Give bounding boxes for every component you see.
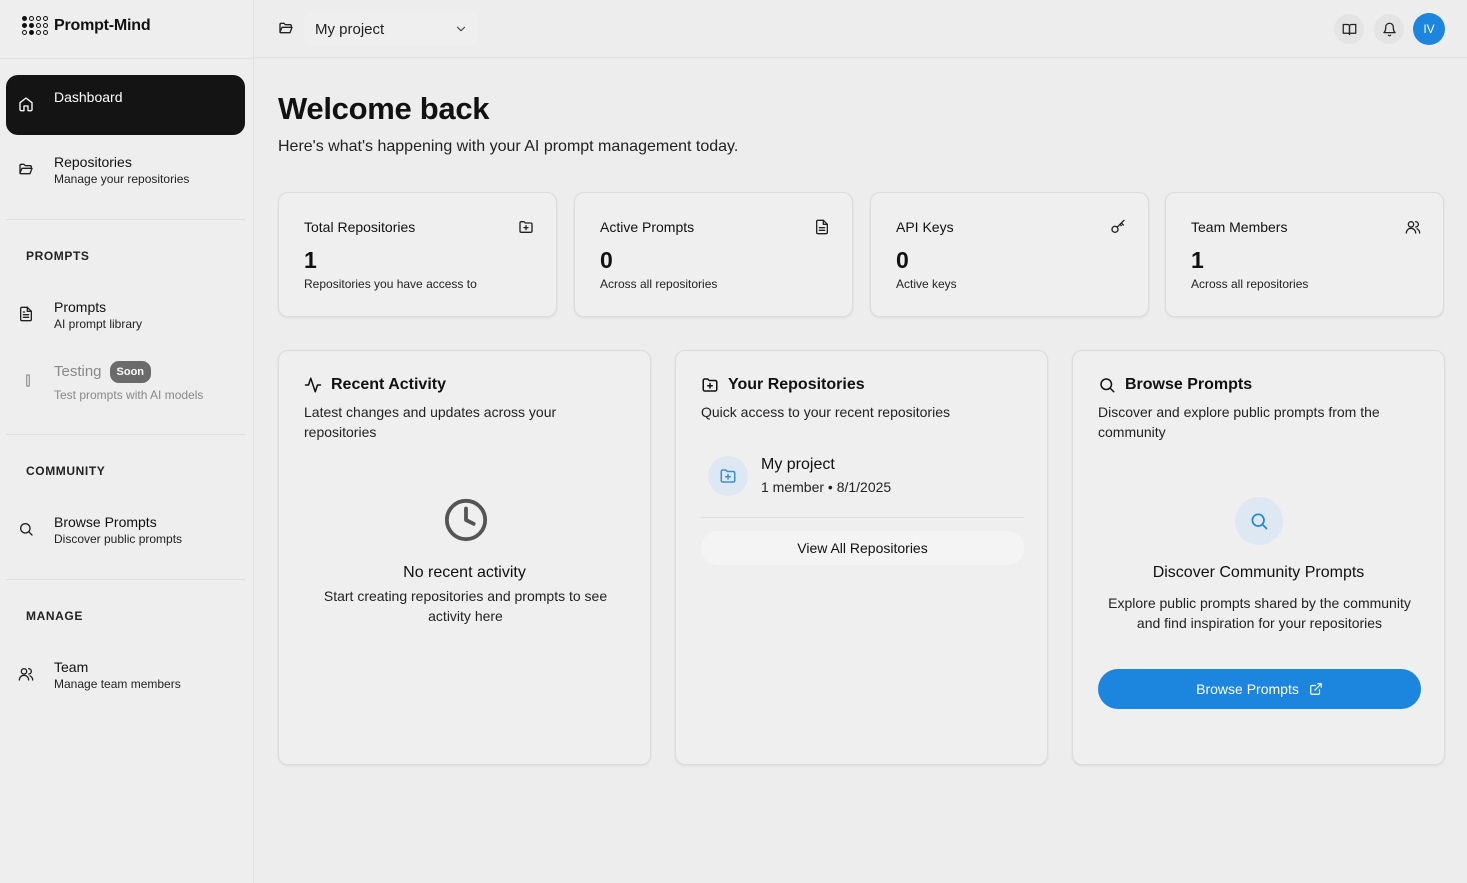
repository-list-item[interactable]: My project 1 member • 8/1/2025 [708,455,891,497]
test-tube-icon [20,373,36,389]
your-repositories-card: Your Repositories Quick access to your r… [675,350,1048,765]
search-icon [1098,376,1116,394]
clock-icon [443,497,489,543]
folder-open-icon [278,20,294,36]
stat-subtitle: Across all repositories [1191,277,1309,291]
folder-open-icon [18,161,34,177]
stat-title: Active Prompts [600,219,695,235]
folder-plus-icon [518,219,534,235]
sidebar-item-browse-prompts[interactable]: Browse Prompts Discover public prompts [6,513,245,548]
notifications-button[interactable] [1374,14,1404,44]
card-description: Latest changes and updates across your r… [304,404,557,440]
bell-icon [1382,22,1397,37]
card-title: Browse Prompts [1125,376,1253,393]
sidebar-divider [6,219,245,220]
view-all-repositories-button[interactable]: View All Repositories [701,531,1024,565]
stat-subtitle: Across all repositories [600,277,718,291]
logo-icon [22,16,48,35]
sidebar-item-sublabel: AI prompt library [54,317,143,331]
section-label-prompts: PROMPTS [26,249,90,263]
sidebar-item-sublabel: Manage your repositories [54,172,190,186]
sidebar-item-sublabel: Discover public prompts [54,532,183,546]
sidebar-item-repositories[interactable]: Repositories Manage your repositories [6,153,245,188]
project-selector-value: My project [315,20,385,38]
sidebar-item-label: Browse Prompts [54,514,157,530]
project-selector[interactable]: My project [304,12,478,46]
folder-plus-icon [701,376,719,394]
discover-subtitle: Explore public prompts shared by the com… [1108,595,1411,631]
sidebar-item-sublabel: Manage team members [54,677,181,691]
card-description: Quick access to your recent repositories [701,404,950,420]
stat-card-team-members: Team Members 1 Across all repositories [1165,192,1444,317]
sidebar: Prompt-Mind Dashboard Repositories Manag… [0,0,254,883]
browse-prompts-card: Browse Prompts Discover and explore publ… [1072,350,1445,765]
stat-title: Team Members [1191,219,1288,235]
sidebar-item-dashboard[interactable]: Dashboard [6,75,245,135]
discover-title: Discover Community Prompts [1152,564,1365,581]
browse-prompts-button[interactable]: Browse Prompts [1098,669,1421,709]
sidebar-divider [0,58,254,59]
divider [701,517,1024,518]
document-icon [814,219,830,235]
home-icon [18,96,34,112]
document-icon [18,306,34,322]
logo-text: Prompt-Mind [54,16,151,34]
repository-meta: 1 member • 8/1/2025 [761,479,892,495]
page-subtitle: Here's what's happening with your AI pro… [278,138,739,155]
stat-subtitle: Repositories you have access to [304,277,477,291]
sidebar-item-label: Prompts [54,299,107,315]
sidebar-item-label: Repositories [54,154,132,170]
stat-value: 1 [304,247,317,273]
stat-card-total-repositories: Total Repositories 1 Repositories you ha… [278,192,557,317]
section-label-community: COMMUNITY [26,464,106,478]
users-icon [1405,219,1421,235]
key-icon [1110,219,1126,235]
stat-value: 0 [600,247,613,273]
docs-button[interactable] [1334,14,1364,44]
sidebar-divider [6,579,245,580]
sidebar-item-prompts[interactable]: Prompts AI prompt library [6,298,245,333]
section-label-manage: MANAGE [26,609,83,623]
users-icon [18,666,34,682]
book-open-icon [1342,22,1357,37]
sidebar-item-label: Team [54,659,89,675]
sidebar-item-testing: Testing Soon Test prompts with AI models [6,361,245,404]
sidebar-item-label: Testing [54,363,102,380]
stat-card-active-prompts: Active Prompts 0 Across all repositories [574,192,853,317]
stat-subtitle: Active keys [896,277,957,291]
card-title: Your Repositories [728,376,865,393]
search-icon [1235,497,1283,545]
folder-plus-icon [708,456,748,496]
recent-activity-card: Recent Activity Latest changes and updat… [278,350,651,765]
page-title: Welcome back [278,91,490,126]
stat-value: 1 [1191,247,1204,273]
search-icon [18,521,34,537]
stat-value: 0 [896,247,909,273]
empty-state-subtitle: Start creating repositories and prompts … [323,588,608,624]
repository-name: My project [761,456,835,473]
soon-badge: Soon [109,361,152,383]
app-logo[interactable]: Prompt-Mind [22,16,151,35]
user-avatar[interactable]: IV [1413,13,1445,45]
sidebar-item-sublabel: Test prompts with AI models [54,388,204,402]
card-title: Recent Activity [331,376,446,393]
sidebar-item-team[interactable]: Team Manage team members [6,658,245,693]
sidebar-item-label: Dashboard [54,89,123,105]
button-label: Browse Prompts [1196,681,1299,697]
sidebar-divider [6,434,245,435]
empty-state-title: No recent activity [403,564,526,581]
stat-card-api-keys: API Keys 0 Active keys [870,192,1149,317]
external-link-icon [1309,682,1323,696]
stat-title: Total Repositories [304,219,416,235]
chevron-down-icon [454,22,468,36]
top-bar: My project IV [254,0,1467,58]
activity-icon [304,376,322,394]
stat-title: API Keys [896,219,954,235]
card-description: Discover and explore public prompts from… [1098,404,1380,440]
